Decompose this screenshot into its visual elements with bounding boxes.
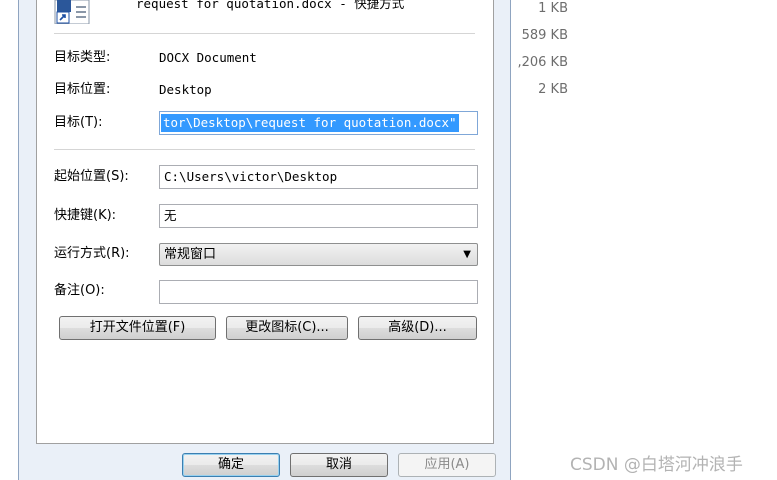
target-input[interactable]: tor\Desktop\request for quotation.docx" (159, 111, 478, 135)
comment-input[interactable] (159, 280, 478, 304)
target-location-label: 目标位置: (54, 82, 111, 97)
advanced-button[interactable]: 高级(D)... (358, 316, 477, 340)
target-input-selected-text: tor\Desktop\request for quotation.docx" (161, 114, 459, 132)
triangle-down-icon: ▼ (463, 249, 471, 260)
shortcut-key-input[interactable]: 无 (159, 204, 478, 228)
file-size-4: 2 KB (538, 82, 568, 97)
shortcut-key-label: 快捷键(K): (54, 208, 117, 223)
comment-label: 备注(O): (54, 283, 105, 298)
watermark: CSDN @白塔河冲浪手 (570, 455, 743, 475)
background-window-edge (0, 0, 18, 480)
target-type-label: 目标类型: (54, 50, 111, 65)
separator-top (54, 33, 475, 34)
file-size-3: ,206 KB (517, 55, 568, 70)
run-label: 运行方式(R): (54, 246, 130, 261)
start-in-label: 起始位置(S): (54, 169, 129, 184)
shortcut-file-name: request for quotation.docx - 快捷方式 (136, 0, 405, 11)
apply-button[interactable]: 应用(A) (398, 453, 496, 477)
file-size-1: 1 KB (538, 1, 568, 16)
target-label: 目标(T): (54, 115, 103, 130)
target-location-value: Desktop (159, 82, 212, 97)
change-icon-button[interactable]: 更改图标(C)... (226, 316, 348, 340)
start-in-input[interactable]: C:\Users\victor\Desktop (159, 165, 478, 189)
run-mode-value: 常规窗口 (164, 247, 217, 262)
ok-button[interactable]: 确定 (182, 453, 280, 477)
file-size-2: 589 KB (521, 28, 568, 43)
word-document-shortcut-icon (54, 0, 90, 25)
open-file-location-button[interactable]: 打开文件位置(F) (59, 316, 216, 340)
target-type-value: DOCX Document (159, 50, 257, 65)
cancel-button[interactable]: 取消 (290, 453, 388, 477)
run-mode-select[interactable]: 常规窗口 ▼ (159, 243, 478, 266)
separator-middle (54, 149, 475, 150)
